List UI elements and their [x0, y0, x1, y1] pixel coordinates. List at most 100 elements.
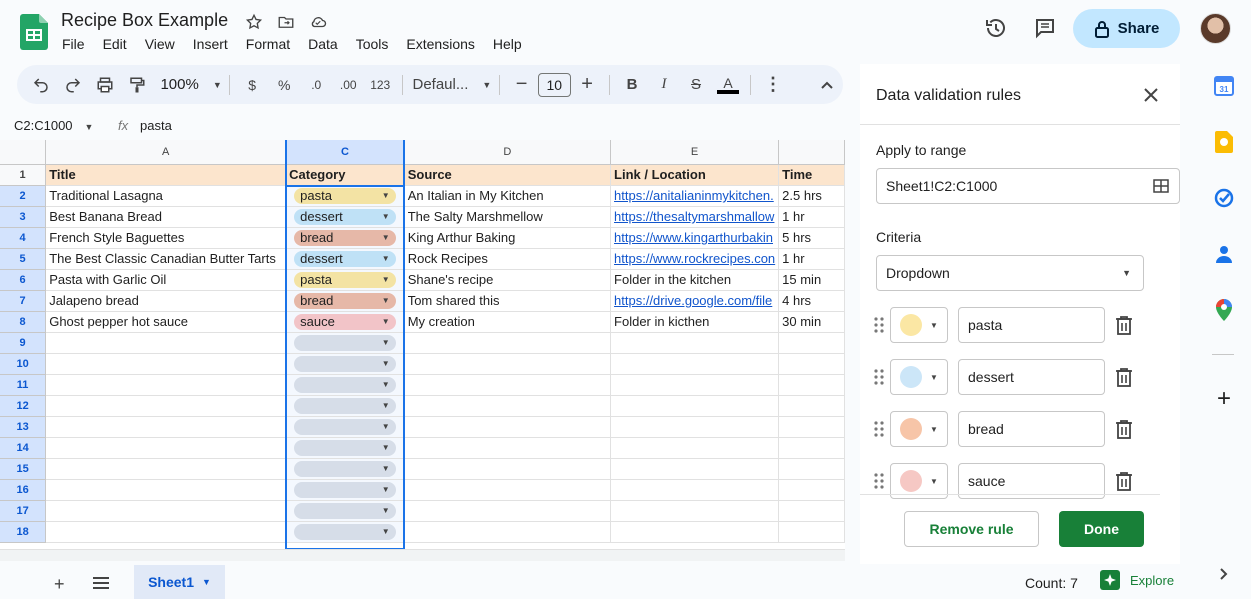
category-chip[interactable]: bread ▼ [294, 229, 396, 246]
menu-edit[interactable]: Edit [103, 36, 133, 52]
select-range-icon[interactable] [1153, 179, 1169, 196]
cell-time[interactable] [778, 437, 845, 459]
font-size-input[interactable]: 10 [537, 72, 572, 97]
all-sheets-icon[interactable] [93, 576, 109, 594]
menu-data[interactable]: Data [308, 36, 344, 52]
cell-time[interactable] [778, 458, 845, 480]
number-format-button[interactable]: 123 [366, 71, 394, 99]
row-header[interactable]: 4 [0, 227, 47, 249]
cell-source[interactable] [404, 416, 612, 438]
cell-source[interactable] [404, 374, 612, 396]
cell-title[interactable] [45, 353, 287, 375]
link[interactable]: https://www.kingarthurbakin [614, 230, 773, 245]
menu-extensions[interactable]: Extensions [406, 36, 480, 52]
cell-time[interactable] [778, 416, 845, 438]
cell-source[interactable]: Shane's recipe [404, 269, 612, 291]
cell-title[interactable] [45, 374, 287, 396]
cell-link[interactable]: https://www.kingarthurbakin [610, 227, 780, 249]
calendar-icon[interactable]: 31 [1212, 74, 1236, 98]
cell-category[interactable]: ▼ [285, 353, 405, 375]
cell-title[interactable] [45, 500, 287, 522]
cell-category[interactable]: dessert ▼ [285, 248, 405, 270]
cell-category[interactable]: ▼ [285, 374, 405, 396]
drag-handle-icon[interactable] [874, 473, 886, 489]
category-chip[interactable]: ▼ [294, 355, 396, 372]
menu-tools[interactable]: Tools [356, 36, 395, 52]
category-chip[interactable]: ▼ [294, 334, 396, 351]
zoom-select[interactable]: 100% ▼ [160, 71, 221, 99]
cell-link[interactable]: Folder in the kitchen [610, 269, 780, 291]
document-title[interactable]: Recipe Box Example [61, 10, 228, 31]
cell-category[interactable]: pasta ▼ [285, 269, 405, 291]
cell-time[interactable] [778, 521, 845, 543]
keep-icon[interactable] [1212, 130, 1236, 154]
cell-source[interactable]: The Salty Marshmellow [404, 206, 612, 228]
cell-time[interactable] [778, 479, 845, 501]
option-input[interactable]: pasta [958, 307, 1105, 343]
add-addon-icon[interactable]: + [1212, 385, 1236, 412]
category-chip[interactable]: pasta ▼ [294, 271, 396, 288]
cell-source[interactable]: Rock Recipes [404, 248, 612, 270]
cell-time[interactable]: 2.5 hrs [778, 185, 845, 207]
cell-title[interactable]: Traditional Lasagna [45, 185, 287, 207]
option-input[interactable]: bread [958, 411, 1105, 447]
cell-title[interactable] [45, 395, 287, 417]
header-cell-link[interactable]: Link / Location [610, 164, 780, 186]
cell-title[interactable]: Pasta with Garlic Oil [45, 269, 287, 291]
cell-source[interactable] [404, 395, 612, 417]
row-header[interactable]: 8 [0, 311, 47, 333]
cell-category[interactable]: ▼ [285, 437, 405, 459]
name-box[interactable]: C2:C1000 ▼ [14, 118, 93, 133]
remove-rule-button[interactable]: Remove rule [904, 511, 1039, 547]
paint-format-icon[interactable] [123, 71, 151, 99]
option-color-picker[interactable]: ▼ [890, 359, 948, 395]
horizontal-scrollbar[interactable] [0, 549, 845, 561]
row-header[interactable]: 9 [0, 332, 47, 354]
cell-category[interactable]: sauce ▼ [285, 311, 405, 333]
sheets-logo[interactable] [20, 14, 48, 50]
row-header[interactable]: 18 [0, 521, 47, 543]
category-chip[interactable]: ▼ [294, 481, 396, 498]
formula-input[interactable]: pasta [140, 118, 172, 133]
cell-time[interactable]: 15 min [778, 269, 845, 291]
avatar[interactable] [1200, 13, 1231, 44]
selection-count[interactable]: Count: 7 [1025, 575, 1078, 591]
menu-file[interactable]: File [62, 36, 91, 52]
header-cell-time[interactable]: Time [778, 164, 845, 186]
cell-source[interactable]: An Italian in My Kitchen [404, 185, 612, 207]
cell-category[interactable]: ▼ [285, 500, 405, 522]
cell-link[interactable] [610, 416, 780, 438]
cell-source[interactable] [404, 500, 612, 522]
cell-time[interactable]: 5 hrs [778, 227, 845, 249]
category-chip[interactable]: ▼ [294, 502, 396, 519]
link[interactable]: https://thesaltymarshmallow [614, 209, 774, 224]
cell-link[interactable]: https://drive.google.com/file [610, 290, 780, 312]
cell-link[interactable] [610, 500, 780, 522]
cell-time[interactable]: 4 hrs [778, 290, 845, 312]
drag-handle-icon[interactable] [874, 317, 886, 333]
column-header-c[interactable]: C [285, 140, 405, 165]
row-header[interactable]: 10 [0, 353, 47, 375]
header-cell-title[interactable]: Title [45, 164, 287, 186]
header-cell-source[interactable]: Source [404, 164, 612, 186]
cell-time[interactable] [778, 332, 845, 354]
version-history-icon[interactable] [982, 14, 1010, 42]
menu-view[interactable]: View [145, 36, 181, 52]
cell-source[interactable] [404, 479, 612, 501]
font-size-increase-icon[interactable]: + [573, 71, 601, 99]
delete-option-icon[interactable] [1115, 419, 1135, 439]
row-header[interactable]: 14 [0, 437, 47, 459]
move-folder-icon[interactable] [276, 12, 296, 32]
column-header-e[interactable]: E [610, 140, 780, 165]
row-header[interactable]: 6 [0, 269, 47, 291]
close-icon[interactable] [1143, 86, 1159, 109]
cell-link[interactable] [610, 353, 780, 375]
contacts-icon[interactable] [1212, 242, 1236, 266]
cell-source[interactable] [404, 437, 612, 459]
comments-icon[interactable] [1031, 14, 1059, 42]
cell-time[interactable]: 30 min [778, 311, 845, 333]
cell-link[interactable]: https://anitalianinmykitchen. [610, 185, 780, 207]
cell-link[interactable] [610, 521, 780, 543]
row-header[interactable]: 17 [0, 500, 47, 522]
cell-category[interactable]: dessert ▼ [285, 206, 405, 228]
